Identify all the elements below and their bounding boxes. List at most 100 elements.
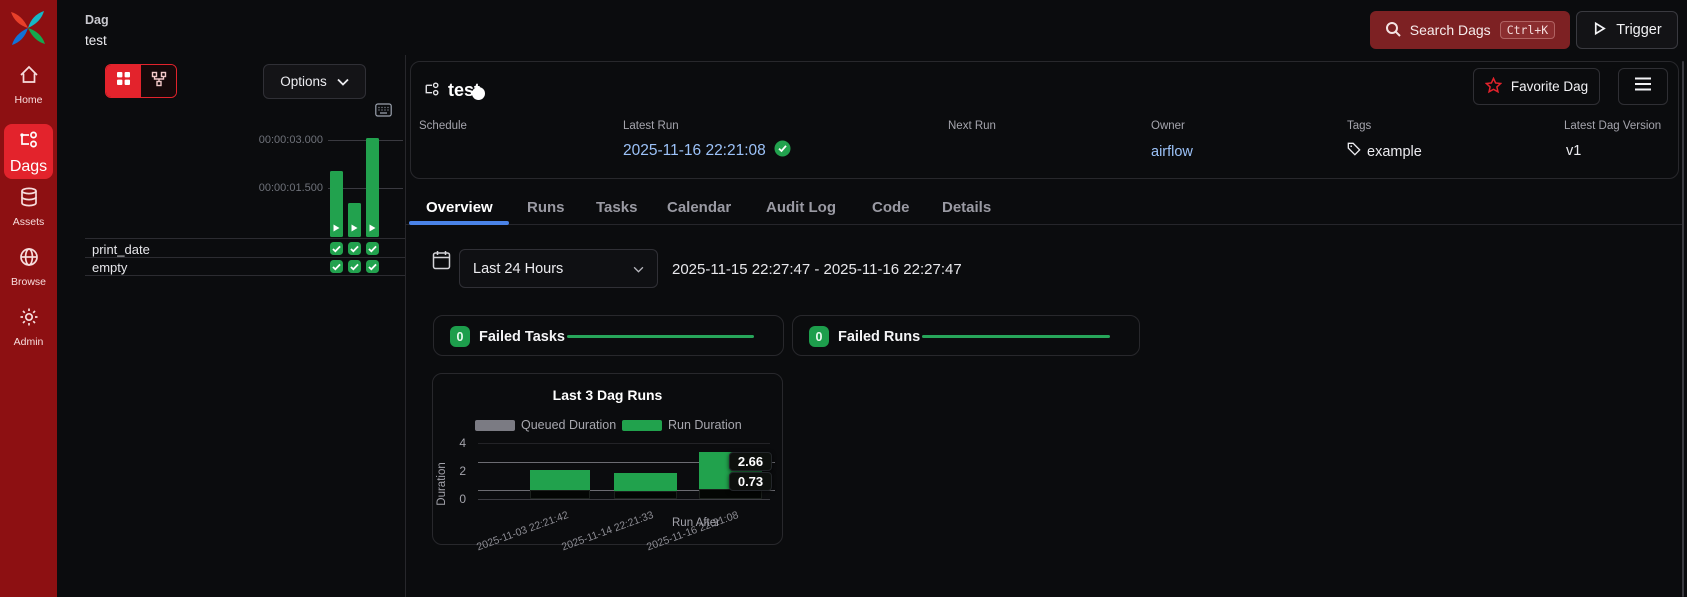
- task-instance-success-icon[interactable]: [366, 260, 379, 273]
- dag-icon: [18, 131, 40, 158]
- dag-icon: [423, 82, 441, 105]
- chevron-down-icon: [633, 261, 644, 277]
- search-shortcut-badge: Ctrl+K: [1499, 21, 1556, 39]
- search-icon: [1385, 21, 1401, 40]
- task-instance-success-icon[interactable]: [330, 242, 343, 255]
- dag-run-bar[interactable]: [330, 171, 343, 237]
- sidebar-item-admin[interactable]: Admin: [0, 306, 57, 348]
- y-axis-tick: 2: [459, 464, 466, 478]
- panel-divider[interactable]: [405, 55, 406, 597]
- queued-duration-bar[interactable]: [614, 491, 677, 499]
- play-icon: [369, 224, 376, 232]
- task-instance-success-icon[interactable]: [366, 242, 379, 255]
- owner-link[interactable]: airflow: [1151, 144, 1193, 160]
- options-button[interactable]: Options: [263, 64, 366, 99]
- sidebar: Home Dags Assets Browse Admin: [0, 0, 57, 597]
- failed-tasks-count-badge: 0: [450, 326, 470, 347]
- legend-label-run[interactable]: Run Duration: [668, 418, 742, 432]
- y-axis-tick: 0: [459, 492, 466, 506]
- sidebar-item-home[interactable]: Home: [0, 64, 57, 106]
- legend-label-queued[interactable]: Queued Duration: [521, 418, 616, 432]
- task-row-label[interactable]: print_date: [92, 242, 150, 257]
- play-icon: [333, 224, 340, 232]
- task-instance-success-icon[interactable]: [330, 260, 343, 273]
- tab-tasks[interactable]: Tasks: [596, 199, 637, 216]
- gear-icon: [18, 306, 40, 333]
- home-icon: [18, 64, 40, 91]
- graph-view-button[interactable]: [141, 65, 176, 97]
- run-duration-bar[interactable]: [614, 473, 677, 491]
- chart-gridline: [478, 443, 770, 444]
- tab-runs[interactable]: Runs: [527, 199, 565, 216]
- sidebar-item-dags[interactable]: Dags: [4, 124, 53, 179]
- chevron-down-icon: [337, 74, 349, 89]
- database-icon: [18, 186, 40, 213]
- tooltip-run-duration: 2.66: [729, 452, 772, 471]
- airflow-dag-page: Home Dags Assets Browse Admin Dag test S…: [0, 0, 1687, 597]
- breadcrumb-dag-name[interactable]: test: [85, 33, 107, 48]
- tab-calendar[interactable]: Calendar: [667, 199, 731, 216]
- time-range-select[interactable]: Last 24 Hours: [459, 249, 658, 288]
- breadcrumb: Dag: [85, 13, 109, 27]
- failed-tasks-label: Failed Tasks: [479, 329, 565, 345]
- graph-icon: [151, 71, 167, 92]
- dag-run-bar[interactable]: [366, 138, 379, 237]
- grid-view-button[interactable]: [106, 65, 141, 97]
- globe-icon: [18, 246, 40, 273]
- tag-value[interactable]: example: [1367, 144, 1422, 160]
- tag-icon: [1347, 142, 1361, 161]
- run-duration-bar[interactable]: [530, 470, 590, 490]
- time-range-value: Last 24 Hours: [473, 260, 564, 277]
- tooltip-queued-duration: 0.73: [729, 472, 772, 491]
- trigger-label: Trigger: [1616, 22, 1662, 38]
- sidebar-item-browse[interactable]: Browse: [0, 246, 57, 288]
- field-label: Latest Run: [623, 120, 679, 132]
- success-status-icon: [774, 140, 791, 162]
- tab-audit-log[interactable]: Audit Log: [766, 199, 836, 216]
- calendar-icon: [432, 250, 451, 275]
- keyboard-shortcuts-icon[interactable]: [375, 103, 392, 122]
- latest-run-link[interactable]: 2025-11-16 22:21:08: [623, 142, 766, 160]
- field-label: Latest Dag Version: [1564, 120, 1662, 132]
- airflow-logo-icon[interactable]: [8, 8, 48, 53]
- scrollbar[interactable]: [1682, 61, 1684, 597]
- gantt-axis-tick: 00:00:03.000: [258, 134, 323, 146]
- sidebar-item-assets[interactable]: Assets: [0, 186, 57, 228]
- chart-baseline: [478, 499, 770, 500]
- time-range-text: 2025-11-15 22:27:47 - 2025-11-16 22:27:4…: [672, 261, 962, 278]
- play-icon: [351, 224, 358, 232]
- grid-icon: [116, 71, 131, 91]
- dag-menu-button[interactable]: [1618, 68, 1668, 105]
- field-label: Schedule: [419, 120, 467, 132]
- favorite-dag-button[interactable]: Favorite Dag: [1473, 68, 1600, 105]
- tab-details[interactable]: Details: [942, 199, 991, 216]
- task-instance-success-icon[interactable]: [348, 260, 361, 273]
- field-label: Owner: [1151, 120, 1185, 132]
- trigger-button[interactable]: Trigger: [1576, 11, 1678, 49]
- tab-code[interactable]: Code: [872, 199, 910, 216]
- legend-swatch-run[interactable]: [622, 420, 662, 431]
- dag-run-bar[interactable]: [348, 203, 361, 237]
- failed-runs-label: Failed Runs: [838, 329, 921, 345]
- tab-overview[interactable]: Overview: [426, 199, 493, 216]
- sidebar-item-label: Assets: [12, 216, 45, 228]
- task-row-label[interactable]: empty: [92, 260, 127, 275]
- sidebar-item-label: Admin: [13, 336, 44, 348]
- active-tab-indicator: [409, 221, 509, 225]
- sidebar-item-label: Browse: [10, 276, 46, 288]
- failed-runs-card: 0 Failed Runs: [792, 315, 1140, 356]
- field-label: Tags: [1347, 120, 1372, 132]
- queued-duration-bar[interactable]: [530, 490, 590, 499]
- search-dags-label: Search Dags: [1409, 22, 1491, 38]
- y-axis-title: Duration: [436, 462, 448, 506]
- view-toggle-group: [105, 64, 177, 98]
- legend-swatch-queued[interactable]: [475, 420, 515, 431]
- star-icon: [1484, 76, 1503, 97]
- search-dags-button[interactable]: Search Dags Ctrl+K: [1370, 11, 1570, 49]
- x-axis-title: Run After: [672, 517, 720, 529]
- options-label: Options: [280, 74, 327, 89]
- favorite-dag-label: Favorite Dag: [1510, 79, 1589, 94]
- sidebar-item-label: Dags: [9, 158, 48, 175]
- failed-runs-sparkline: [922, 335, 1110, 338]
- task-instance-success-icon[interactable]: [348, 242, 361, 255]
